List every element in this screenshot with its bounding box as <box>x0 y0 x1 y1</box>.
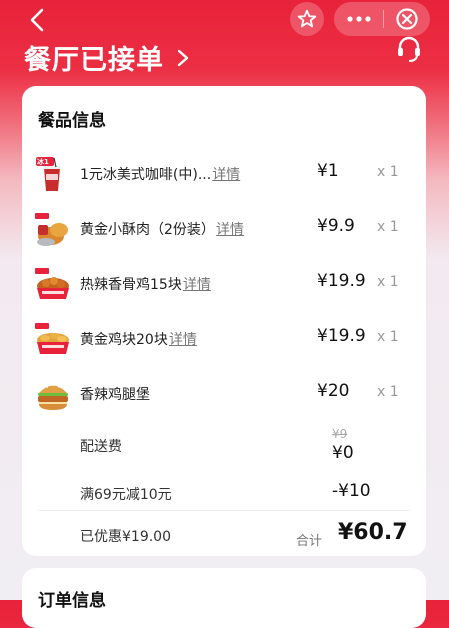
item-quantity: x 1 <box>377 219 399 235</box>
thumb-badge-text: 冰1 <box>37 158 49 166</box>
item-quantity: x 1 <box>377 384 399 400</box>
item-name: 1元冰美式咖啡(中)...详情 <box>80 164 240 184</box>
burger-thumbnail <box>38 384 68 410</box>
delivery-fee-current: ¥0 <box>332 443 354 463</box>
item-name: 热辣香骨鸡15块详情 <box>80 274 211 294</box>
detail-link[interactable]: 详情 <box>216 222 244 238</box>
total-label: 合计 <box>296 534 323 549</box>
chevron-right-icon <box>177 49 189 66</box>
more-dots-icon[interactable] <box>346 14 372 24</box>
chicken-bucket-thumbnail <box>35 268 69 299</box>
delivery-fee-label: 配送费 <box>80 439 122 455</box>
list-item[interactable]: 冰1 1元冰美式咖啡(中)...详情 ¥1 x 1 <box>22 150 426 206</box>
order-status-title[interactable]: 餐厅已接单 <box>24 38 190 77</box>
list-item[interactable]: 黄金鸡块20块详情 ¥19.9 x 1 <box>22 315 426 371</box>
item-name: 黄金鸡块20块详情 <box>80 329 197 349</box>
item-title: 香辣鸡腿堡 <box>80 387 150 403</box>
promotion-value: -¥10 <box>332 481 371 501</box>
item-price: ¥20 <box>317 381 350 401</box>
item-quantity: x 1 <box>377 329 399 345</box>
chevron-left-icon[interactable] <box>24 6 52 34</box>
top-bar: 餐厅已接单 <box>0 0 449 80</box>
item-quantity: x 1 <box>377 164 399 180</box>
item-price: ¥9.9 <box>317 216 355 236</box>
order-info-card: 订单信息 <box>22 568 426 628</box>
item-price: ¥1 <box>317 161 339 181</box>
headset-icon[interactable] <box>394 34 424 64</box>
item-price: ¥19.9 <box>317 271 366 291</box>
item-price: ¥19.9 <box>317 326 366 346</box>
food-info-card: 餐品信息 冰1 1元冰美式咖啡(中)...详情 ¥1 x 1 黄金小酥肉（2份装… <box>22 86 426 556</box>
nuggets-thumbnail <box>35 323 69 354</box>
item-title: 1元冰美式咖啡(中)... <box>80 167 212 183</box>
item-title: 黄金鸡块20块 <box>80 332 168 348</box>
order-status-text: 餐厅已接单 <box>24 45 164 76</box>
detail-link[interactable]: 详情 <box>183 277 211 293</box>
list-item[interactable]: 黄金小酥肉（2份装）详情 ¥9.9 x 1 <box>22 205 426 261</box>
capsule-divider <box>382 10 384 28</box>
food-info-title: 餐品信息 <box>38 111 106 131</box>
detail-link[interactable]: 详情 <box>169 332 197 348</box>
capsule-menu <box>334 2 430 36</box>
list-item[interactable]: 香辣鸡腿堡 ¥20 x 1 <box>22 370 426 426</box>
list-item[interactable]: 热辣香骨鸡15块详情 ¥19.9 x 1 <box>22 260 426 316</box>
item-name: 香辣鸡腿堡 <box>80 384 150 404</box>
promotion-label: 满69元减10元 <box>80 487 172 503</box>
item-quantity: x 1 <box>377 274 399 290</box>
star-icon <box>297 9 317 28</box>
order-info-title: 订单信息 <box>38 591 106 611</box>
item-name: 黄金小酥肉（2份装）详情 <box>80 219 244 239</box>
total-value: ¥60.7 <box>338 520 408 545</box>
favorite-button[interactable] <box>290 2 324 36</box>
saved-amount: 已优惠¥19.00 <box>80 529 171 545</box>
detail-link[interactable]: 详情 <box>212 167 240 183</box>
item-title: 黄金小酥肉（2份装） <box>80 222 215 238</box>
divider <box>38 510 410 511</box>
close-circle-icon[interactable] <box>395 7 419 31</box>
delivery-fee-original: ¥9 <box>332 427 348 441</box>
item-title: 热辣香骨鸡15块 <box>80 277 182 293</box>
crispy-pork-thumbnail <box>35 213 68 246</box>
